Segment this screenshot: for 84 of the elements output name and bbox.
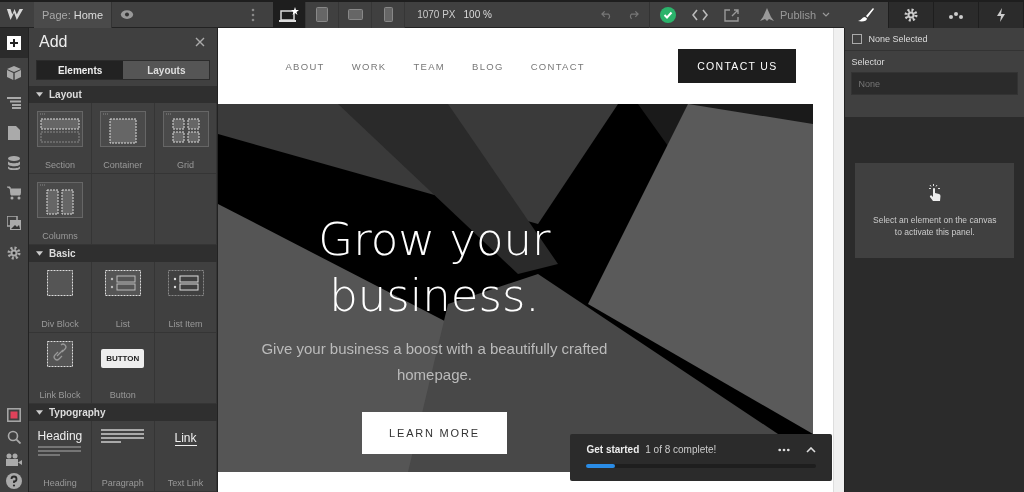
element-label: List	[115, 319, 130, 330]
selector-field[interactable]: None	[851, 72, 1018, 95]
nav-link[interactable]: TEAM	[413, 60, 446, 72]
element-label: Button	[109, 390, 136, 401]
add-icon[interactable]	[0, 28, 28, 58]
panel-tab[interactable]: Layouts	[123, 61, 210, 80]
onboarding-title: Get started	[586, 444, 640, 455]
element-label: Heading	[43, 478, 77, 488]
element-label: Paragraph	[101, 478, 144, 488]
element-label: Container	[103, 160, 143, 171]
close-icon[interactable]	[195, 37, 206, 48]
nav-link[interactable]: WORK	[351, 60, 387, 72]
hero-heading: Grow your business.	[317, 212, 552, 324]
scrollbar[interactable]	[833, 28, 845, 492]
element-label: Div Block	[41, 319, 79, 330]
element-label: Link Block	[39, 390, 81, 401]
selector-label: Selector	[851, 57, 886, 67]
nav-link[interactable]: CONTACT	[530, 60, 585, 72]
text-lines-icon	[37, 446, 82, 456]
tablet-icon	[316, 7, 329, 22]
section-header[interactable]: Basic	[29, 245, 218, 263]
undo-icon[interactable]	[600, 9, 612, 20]
publish-button[interactable]: Publish	[753, 6, 836, 23]
bolt-icon	[996, 8, 1006, 22]
page-selector[interactable]: Page: Home	[34, 1, 113, 28]
caret-icon	[36, 92, 43, 98]
list-item-icon[interactable]	[167, 270, 204, 297]
element-label: Grid	[177, 160, 195, 171]
nav-link[interactable]: ABOUT	[285, 60, 325, 72]
element-label: Columns	[42, 231, 78, 242]
chevron-icon[interactable]	[806, 446, 817, 453]
section-header[interactable]: Typography	[29, 404, 218, 421]
element-label: Text Link	[167, 478, 204, 488]
nav-link[interactable]: BLOG	[472, 60, 504, 72]
button-preview[interactable]: BUTTON	[101, 349, 145, 369]
drops-tab[interactable]	[934, 2, 979, 28]
bolt-tab[interactable]	[979, 2, 1024, 28]
section-header[interactable]: Layout	[29, 86, 218, 104]
redo-icon[interactable]	[627, 9, 639, 20]
landscape-view-button[interactable]	[339, 1, 373, 28]
canvas-width: 1070 PX	[417, 9, 456, 20]
landscape-tablet-icon	[347, 9, 363, 20]
tap-hand-icon	[927, 183, 942, 202]
element-label: Section	[44, 160, 75, 171]
caret-icon	[36, 251, 43, 257]
settings-icon	[904, 8, 918, 22]
settings-tab[interactable]	[889, 2, 934, 28]
hint-text: Select an element on the canvas to activate this panel.	[872, 213, 998, 238]
eye-icon[interactable]	[120, 9, 135, 20]
code-icon[interactable]	[691, 8, 708, 21]
checkbox[interactable]	[852, 34, 863, 44]
selection-label: None Selected	[868, 34, 928, 44]
panel-title: Add	[39, 33, 68, 52]
element-label: List Item	[168, 319, 203, 330]
contact-button[interactable]: CONTACT US	[678, 49, 797, 83]
caret-icon	[822, 12, 830, 17]
desktop-view-button[interactable]	[273, 1, 307, 28]
zoom-level: 100 %	[463, 9, 492, 20]
link-preview[interactable]: Link	[174, 431, 197, 446]
section-thumbnail-icon[interactable]	[36, 111, 83, 148]
progress-text: 1 of 8 complete!	[645, 444, 717, 455]
div-block-icon[interactable]	[46, 270, 73, 297]
learn-more-button[interactable]: LEARN MORE	[362, 412, 507, 454]
panel-tab[interactable]: Elements	[37, 61, 124, 80]
drops-icon	[948, 10, 964, 20]
list-icon[interactable]	[104, 270, 141, 297]
container-thumbnail-icon[interactable]	[99, 111, 146, 148]
phone-view-button[interactable]	[372, 1, 406, 28]
phone-icon	[383, 7, 393, 22]
export-icon[interactable]	[723, 7, 740, 22]
laptop-icon	[279, 6, 300, 23]
rocket-icon	[759, 7, 774, 22]
caret-icon	[36, 410, 43, 416]
tablet-view-button[interactable]	[306, 1, 340, 28]
heading-preview[interactable]: Heading	[37, 429, 83, 443]
logo-icon[interactable]	[6, 8, 24, 21]
brush-icon	[858, 8, 874, 22]
link-block-icon[interactable]	[46, 341, 73, 368]
more-icon[interactable]	[778, 447, 791, 452]
check-icon[interactable]	[659, 6, 676, 23]
hero-subtitle: Give your business a boost with a beautifully crafted homepage.	[260, 339, 609, 385]
paragraph-icon[interactable]	[100, 429, 145, 443]
grid-thumbnail-icon[interactable]	[162, 111, 209, 148]
columns-thumbnail-icon[interactable]	[36, 182, 83, 219]
